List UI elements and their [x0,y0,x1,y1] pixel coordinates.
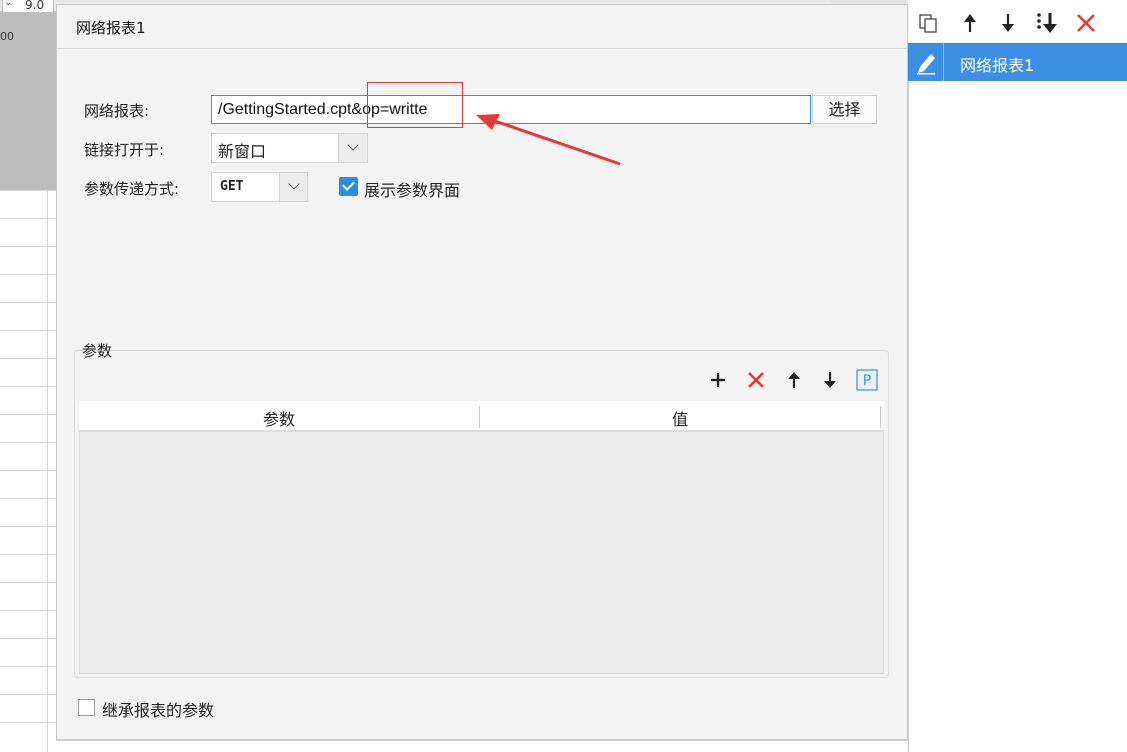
arrow-down-icon[interactable] [818,368,842,392]
title-divider [57,48,907,49]
report-label: 网络报表: [84,102,150,120]
copy-icon[interactable] [916,11,940,35]
param-p-icon[interactable]: P [855,368,879,392]
chevron-down-icon[interactable]: ⌄ [4,0,12,8]
column-header-value[interactable]: 值 [480,406,880,430]
show-param-label: 展示参数界面 [364,181,461,200]
dialog-title: 网络报表1 [76,19,146,37]
hyperlink-list-panel [908,0,1127,752]
column-header-param[interactable]: 参数 [79,406,479,430]
ruler-number: 00 [0,30,14,43]
arrow-up-icon[interactable] [782,368,806,392]
inherit-params-label: 继承报表的参数 [102,701,215,720]
move-bottom-icon[interactable] [1034,11,1058,35]
add-icon[interactable] [706,368,730,392]
background-bottom-row [56,740,910,752]
inherit-params-checkbox[interactable] [78,699,95,716]
annotation-box [367,82,463,128]
param-mode-label: 参数传递方式: [84,180,180,198]
column-divider[interactable] [880,406,881,428]
params-table[interactable] [79,401,884,674]
chevron-down-icon[interactable] [279,173,307,201]
params-group-title: 参数 [82,342,113,360]
chevron-down-icon[interactable] [338,134,367,162]
open-in-label: 链接打开于: [84,141,165,159]
select-report-button[interactable]: 选择 [812,95,877,124]
hyperlink-list-item-label: 网络报表1 [960,56,1035,75]
arrow-down-icon[interactable] [996,11,1020,35]
hyperlink-toolbar [908,0,1127,46]
param-mode-value: GET [220,179,244,194]
svg-text:P: P [863,373,871,389]
edit-icon[interactable] [908,43,944,81]
arrow-up-icon[interactable] [958,11,982,35]
delete-icon[interactable] [744,368,768,392]
open-in-value: 新窗口 [218,142,267,161]
annotation-arrow-icon [476,114,621,166]
grid-column-line [47,190,48,752]
delete-icon[interactable] [1074,11,1098,35]
